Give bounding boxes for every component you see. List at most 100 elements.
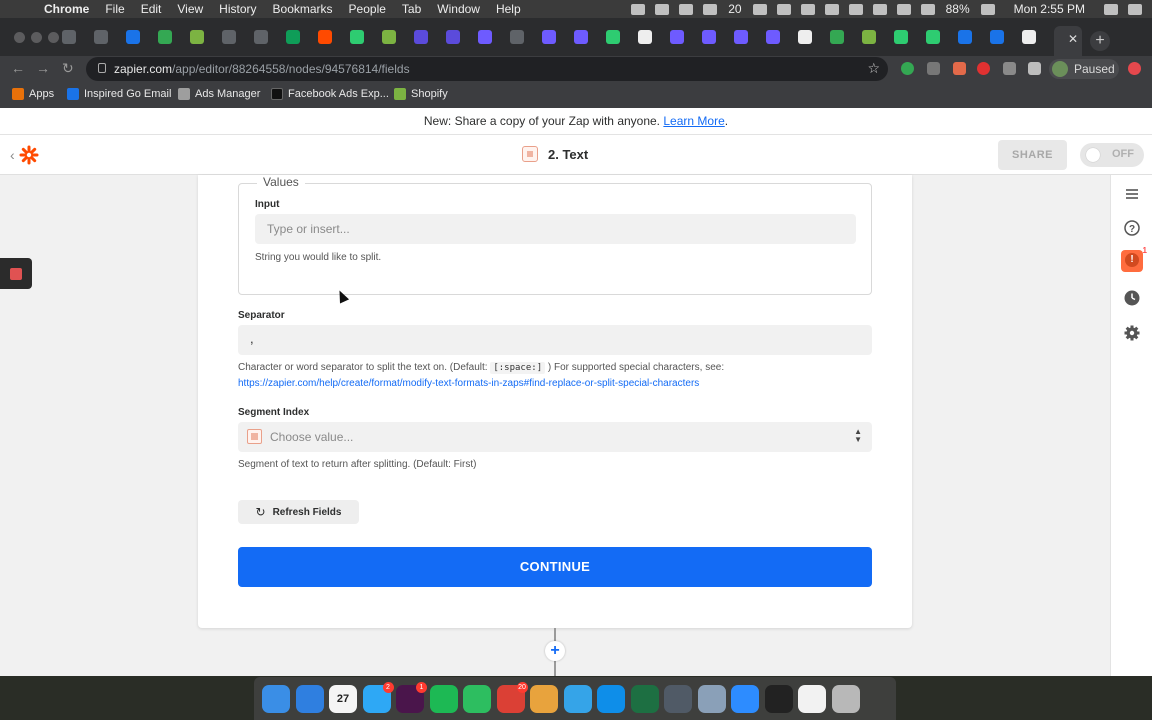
tab-favicon-13[interactable] — [478, 30, 492, 44]
vpn-icon[interactable] — [800, 3, 815, 15]
teamviewer-icon[interactable] — [597, 684, 625, 713]
menu-edit[interactable]: Edit — [141, 2, 162, 16]
spotlight-search-icon[interactable] — [1104, 3, 1118, 15]
tab-favicon-4[interactable] — [190, 30, 204, 44]
bookmark-inspired-go-email[interactable]: Inspired Go Email — [67, 88, 171, 100]
extension-icon[interactable] — [977, 62, 990, 75]
tab-favicon-6[interactable] — [254, 30, 268, 44]
chrome-icon[interactable] — [530, 684, 558, 713]
close-tab-icon[interactable]: ✕ — [1068, 32, 1078, 46]
excel-icon[interactable] — [630, 684, 659, 713]
bookmark-shopify[interactable]: Shopify — [394, 88, 448, 100]
zap-on-off-toggle[interactable]: OFF — [1080, 143, 1144, 167]
new-tab-button[interactable]: + — [1090, 31, 1110, 51]
settings-gear-icon[interactable] — [1123, 324, 1141, 342]
extension-icon[interactable] — [953, 62, 966, 75]
tab-favicon-23[interactable] — [798, 30, 812, 44]
tab-favicon-8[interactable] — [318, 30, 332, 44]
calendar-icon[interactable]: 27 — [329, 684, 357, 713]
tab-favicon-26[interactable] — [894, 30, 908, 44]
share-button[interactable]: SHARE — [998, 140, 1067, 170]
help-icon[interactable]: ? — [1123, 219, 1141, 237]
messages-icon[interactable]: 2 — [362, 681, 394, 713]
tab-favicon-21[interactable] — [734, 30, 748, 44]
spotify-icon[interactable] — [429, 684, 458, 713]
bookmark-ads-manager[interactable]: Ads Manager — [178, 88, 260, 100]
reload-icon[interactable]: ↻ — [62, 60, 74, 77]
tab-favicon-1[interactable] — [94, 30, 108, 44]
input-field[interactable]: Type or insert... — [255, 214, 856, 244]
segment-index-dropdown[interactable]: Choose value... ▲ ▼ — [238, 422, 872, 452]
airplay-icon[interactable] — [872, 3, 887, 15]
webloc-file-icon[interactable] — [798, 684, 826, 713]
active-tab[interactable]: ✕ — [1054, 26, 1082, 56]
tab-favicon-2[interactable] — [126, 30, 140, 44]
tab-favicon-0[interactable] — [62, 30, 76, 44]
tab-favicon-16[interactable] — [574, 30, 588, 44]
window-minimize-button[interactable] — [31, 32, 42, 43]
dropbox-icon[interactable] — [655, 3, 670, 15]
grid-icon[interactable] — [679, 3, 694, 15]
preview-icon[interactable] — [697, 684, 726, 713]
todoist-icon[interactable]: 20 — [496, 681, 528, 713]
eye-icon[interactable] — [824, 3, 839, 15]
tab-favicon-10[interactable] — [382, 30, 396, 44]
menu-window[interactable]: Window — [437, 2, 480, 16]
trash-icon[interactable] — [831, 684, 860, 713]
menu-bookmarks[interactable]: Bookmarks — [273, 2, 333, 16]
bookmark-star-icon[interactable]: ☆ — [867, 60, 880, 77]
bluetooth-icon[interactable] — [896, 3, 911, 15]
tab-favicon-19[interactable] — [670, 30, 684, 44]
tab-favicon-30[interactable] — [1022, 30, 1036, 44]
tab-favicon-3[interactable] — [158, 30, 172, 44]
menu-file[interactable]: File — [105, 2, 124, 16]
zoom-icon[interactable] — [731, 684, 759, 713]
refresh-fields-button[interactable]: ↻ Refresh Fields — [238, 500, 359, 524]
tab-favicon-29[interactable] — [990, 30, 1004, 44]
back-arrow-icon[interactable]: ← — [11, 60, 25, 76]
tab-favicon-9[interactable] — [350, 30, 364, 44]
tab-favicon-17[interactable] — [606, 30, 620, 44]
bookmark-apps[interactable]: Apps — [12, 88, 54, 100]
chrome-menu-icon[interactable] — [1128, 62, 1141, 75]
tab-favicon-14[interactable] — [510, 30, 524, 44]
tab-favicon-7[interactable] — [286, 30, 300, 44]
puzzle-icon[interactable] — [1028, 62, 1041, 75]
wifi-icon[interactable] — [920, 3, 935, 15]
siri-icon[interactable] — [1128, 3, 1142, 15]
tab-favicon-20[interactable] — [702, 30, 716, 44]
learn-more-link[interactable]: Learn More — [663, 114, 724, 128]
tab-favicon-28[interactable] — [958, 30, 972, 44]
bookmark-facebook-ads[interactable]: Facebook Ads Exp... — [271, 88, 389, 100]
grammarly-extension-icon[interactable] — [901, 62, 914, 75]
menubar-clock[interactable]: Mon 2:55 PM — [1014, 2, 1085, 16]
history-clock-icon[interactable] — [1123, 289, 1141, 307]
evernote-icon[interactable] — [463, 684, 491, 713]
window-close-button[interactable] — [14, 32, 25, 43]
tab-favicon-27[interactable] — [926, 30, 940, 44]
tab-favicon-22[interactable] — [766, 30, 780, 44]
forward-arrow-icon[interactable]: → — [36, 60, 50, 76]
camera-status-icon[interactable] — [631, 3, 646, 15]
address-bar[interactable]: zapier.com/app/editor/88264558/nodes/945… — [86, 57, 888, 81]
battery-icon[interactable] — [980, 3, 995, 15]
sync-icon[interactable] — [776, 3, 791, 15]
menu-view[interactable]: View — [177, 2, 203, 16]
special-characters-link[interactable]: https://zapier.com/help/create/format/mo… — [238, 378, 699, 389]
finder-icon[interactable] — [262, 684, 290, 713]
menu-people[interactable]: People — [349, 2, 386, 16]
menu-history[interactable]: History — [219, 2, 256, 16]
outline-list-icon[interactable] — [1123, 185, 1141, 203]
menu-help[interactable]: Help — [496, 2, 521, 16]
activity-monitor-icon[interactable] — [764, 684, 793, 713]
cloud-icon[interactable] — [752, 3, 767, 15]
profile-button[interactable]: Paused — [1049, 59, 1119, 79]
tab-favicon-24[interactable] — [830, 30, 844, 44]
zapier-logo-icon[interactable] — [19, 145, 39, 165]
tab-favicon-25[interactable] — [862, 30, 876, 44]
tab-favicon-11[interactable] — [414, 30, 428, 44]
tab-favicon-12[interactable] — [446, 30, 460, 44]
continue-button[interactable]: CONTINUE — [238, 547, 872, 587]
tab-favicon-18[interactable] — [638, 30, 652, 44]
tab-favicon-15[interactable] — [542, 30, 556, 44]
